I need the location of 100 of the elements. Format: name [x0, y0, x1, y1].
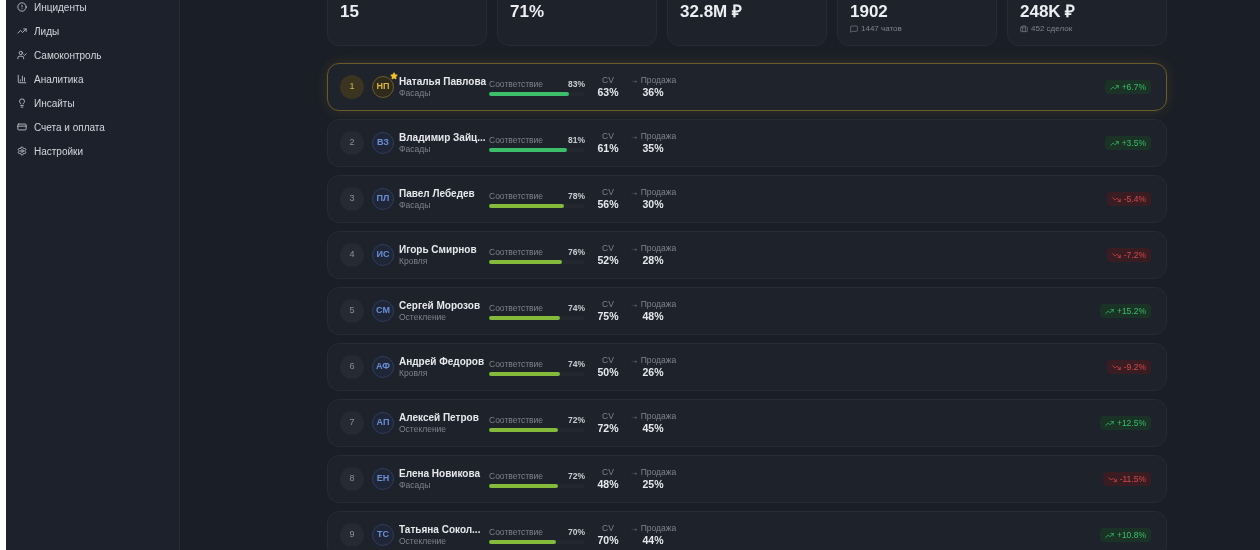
trend-down-icon — [1111, 194, 1121, 204]
star-icon — [390, 72, 398, 80]
cv-label: CV — [602, 467, 614, 478]
trend-badge: -5.4% — [1106, 192, 1151, 206]
cv-label: CV — [602, 187, 614, 198]
trend-up-icon — [1109, 138, 1119, 148]
sidebar-item[interactable]: Аналитика — [17, 67, 179, 91]
sale-label: → Продажа — [629, 467, 677, 478]
team-name: Остекление — [399, 424, 448, 435]
sale-label: → Продажа — [629, 355, 677, 366]
cv-label: CV — [602, 243, 614, 254]
cv-label: CV — [602, 355, 614, 366]
cv-label: CV — [602, 131, 614, 142]
compliance-value: 72% — [568, 469, 585, 483]
compliance-label: Соответствие — [489, 469, 544, 483]
cv-value: 70% — [597, 534, 619, 547]
chat-icon — [850, 25, 858, 33]
employee-name: Андрей Федоров — [399, 355, 485, 368]
rank-number: 8 — [340, 467, 364, 491]
sidebar-item[interactable]: Инциденты — [17, 0, 179, 19]
cv-value: 61% — [597, 142, 619, 155]
sale-label: → Продажа — [629, 243, 677, 254]
team-name: Фасады — [399, 144, 432, 155]
compliance-label: Соответствие — [489, 245, 544, 259]
sidebar-item[interactable]: Самоконтроль — [17, 43, 179, 67]
bar-chart-icon — [17, 74, 27, 84]
trend-down-icon — [1111, 362, 1121, 372]
cv-value: 63% — [597, 86, 619, 99]
compliance-label: Соответствие — [489, 77, 544, 91]
employee-name: Алексей Петров — [399, 411, 480, 424]
sale-value: 44% — [642, 534, 664, 547]
trend-badge: +3.5% — [1104, 136, 1151, 150]
stat-value: 1902 — [850, 1, 889, 23]
sidebar-item[interactable]: Лиды — [17, 19, 179, 43]
team-name: Остекление — [399, 312, 448, 323]
sale-label: → Продажа — [629, 299, 677, 310]
stat-value: 248K ₽ — [1020, 1, 1077, 23]
compliance-label: Соответствие — [489, 189, 544, 203]
compliance-value: 74% — [568, 357, 585, 371]
trend-badge: +15.2% — [1099, 304, 1151, 318]
avatar-initials: НП — [372, 76, 394, 98]
trend-badge: +10.8% — [1099, 528, 1151, 542]
rank-number: 2 — [340, 131, 364, 155]
trend-badge: +12.5% — [1099, 416, 1151, 430]
employee-name: Владимир Зайц... — [399, 131, 485, 144]
compliance-label: Соответствие — [489, 413, 544, 427]
alert-circle-icon — [17, 2, 27, 12]
rank-number: 6 — [340, 355, 364, 379]
avatar-initials: ТС — [372, 524, 394, 546]
compliance-value: 76% — [568, 245, 585, 259]
sale-value: 35% — [642, 142, 664, 155]
rank-number: 5 — [340, 299, 364, 323]
sale-label: → Продажа — [629, 523, 677, 534]
cv-label: CV — [602, 75, 614, 86]
rank-number: 1 — [340, 75, 364, 99]
team-name: Кровля — [399, 256, 429, 267]
stat-value: 32.8M ₽ — [680, 1, 743, 23]
cv-label: CV — [602, 411, 614, 422]
sale-value: 28% — [642, 254, 664, 267]
user-check-icon — [17, 50, 27, 60]
avatar-initials: ИС — [372, 244, 394, 266]
employee-name: Сергей Морозов — [399, 299, 482, 312]
avatar-initials: ЕН — [372, 468, 394, 490]
compliance-value: 81% — [568, 133, 585, 147]
stat-value: 15 — [340, 1, 360, 23]
avatar-initials: АП — [372, 412, 394, 434]
team-name: Остекление — [399, 536, 448, 547]
settings-icon — [17, 146, 27, 156]
sale-label: → Продажа — [629, 187, 677, 198]
avatar-initials: АФ — [372, 356, 394, 378]
cv-value: 72% — [597, 422, 619, 435]
lightbulb-icon — [17, 98, 27, 108]
trend-down-icon — [1111, 250, 1121, 260]
rank-number: 9 — [340, 523, 364, 547]
trend-up-icon — [17, 26, 27, 36]
compliance-value: 83% — [568, 77, 585, 91]
employee-name: Елена Новикова — [399, 467, 481, 480]
team-name: Фасады — [399, 200, 432, 211]
trend-badge: -9.2% — [1106, 360, 1151, 374]
trend-up-icon — [1104, 418, 1114, 428]
trend-badge: -11.5% — [1102, 472, 1151, 486]
stat-value: 71% — [510, 1, 546, 23]
sale-label: → Продажа — [629, 75, 677, 86]
trend-up-icon — [1104, 530, 1114, 540]
sale-value: 25% — [642, 478, 664, 491]
briefcase-icon — [1020, 25, 1028, 33]
rank-number: 4 — [340, 243, 364, 267]
sale-value: 48% — [642, 310, 664, 323]
employee-name: Павел Лебедев — [399, 187, 476, 200]
trend-down-icon — [1107, 474, 1117, 484]
stat-note: 452 сделок — [1020, 23, 1154, 35]
employee-name: Игорь Смирнов — [399, 243, 478, 256]
sidebar-item[interactable]: Инсайты — [17, 91, 179, 115]
credit-card-icon — [17, 122, 27, 132]
compliance-value: 72% — [568, 413, 585, 427]
trend-up-icon — [1104, 306, 1114, 316]
cv-value: 52% — [597, 254, 619, 267]
sidebar-item[interactable]: Счета и оплата — [17, 115, 179, 139]
sidebar-item[interactable]: Настройки — [17, 139, 179, 163]
trend-badge: +6.7% — [1104, 80, 1151, 94]
